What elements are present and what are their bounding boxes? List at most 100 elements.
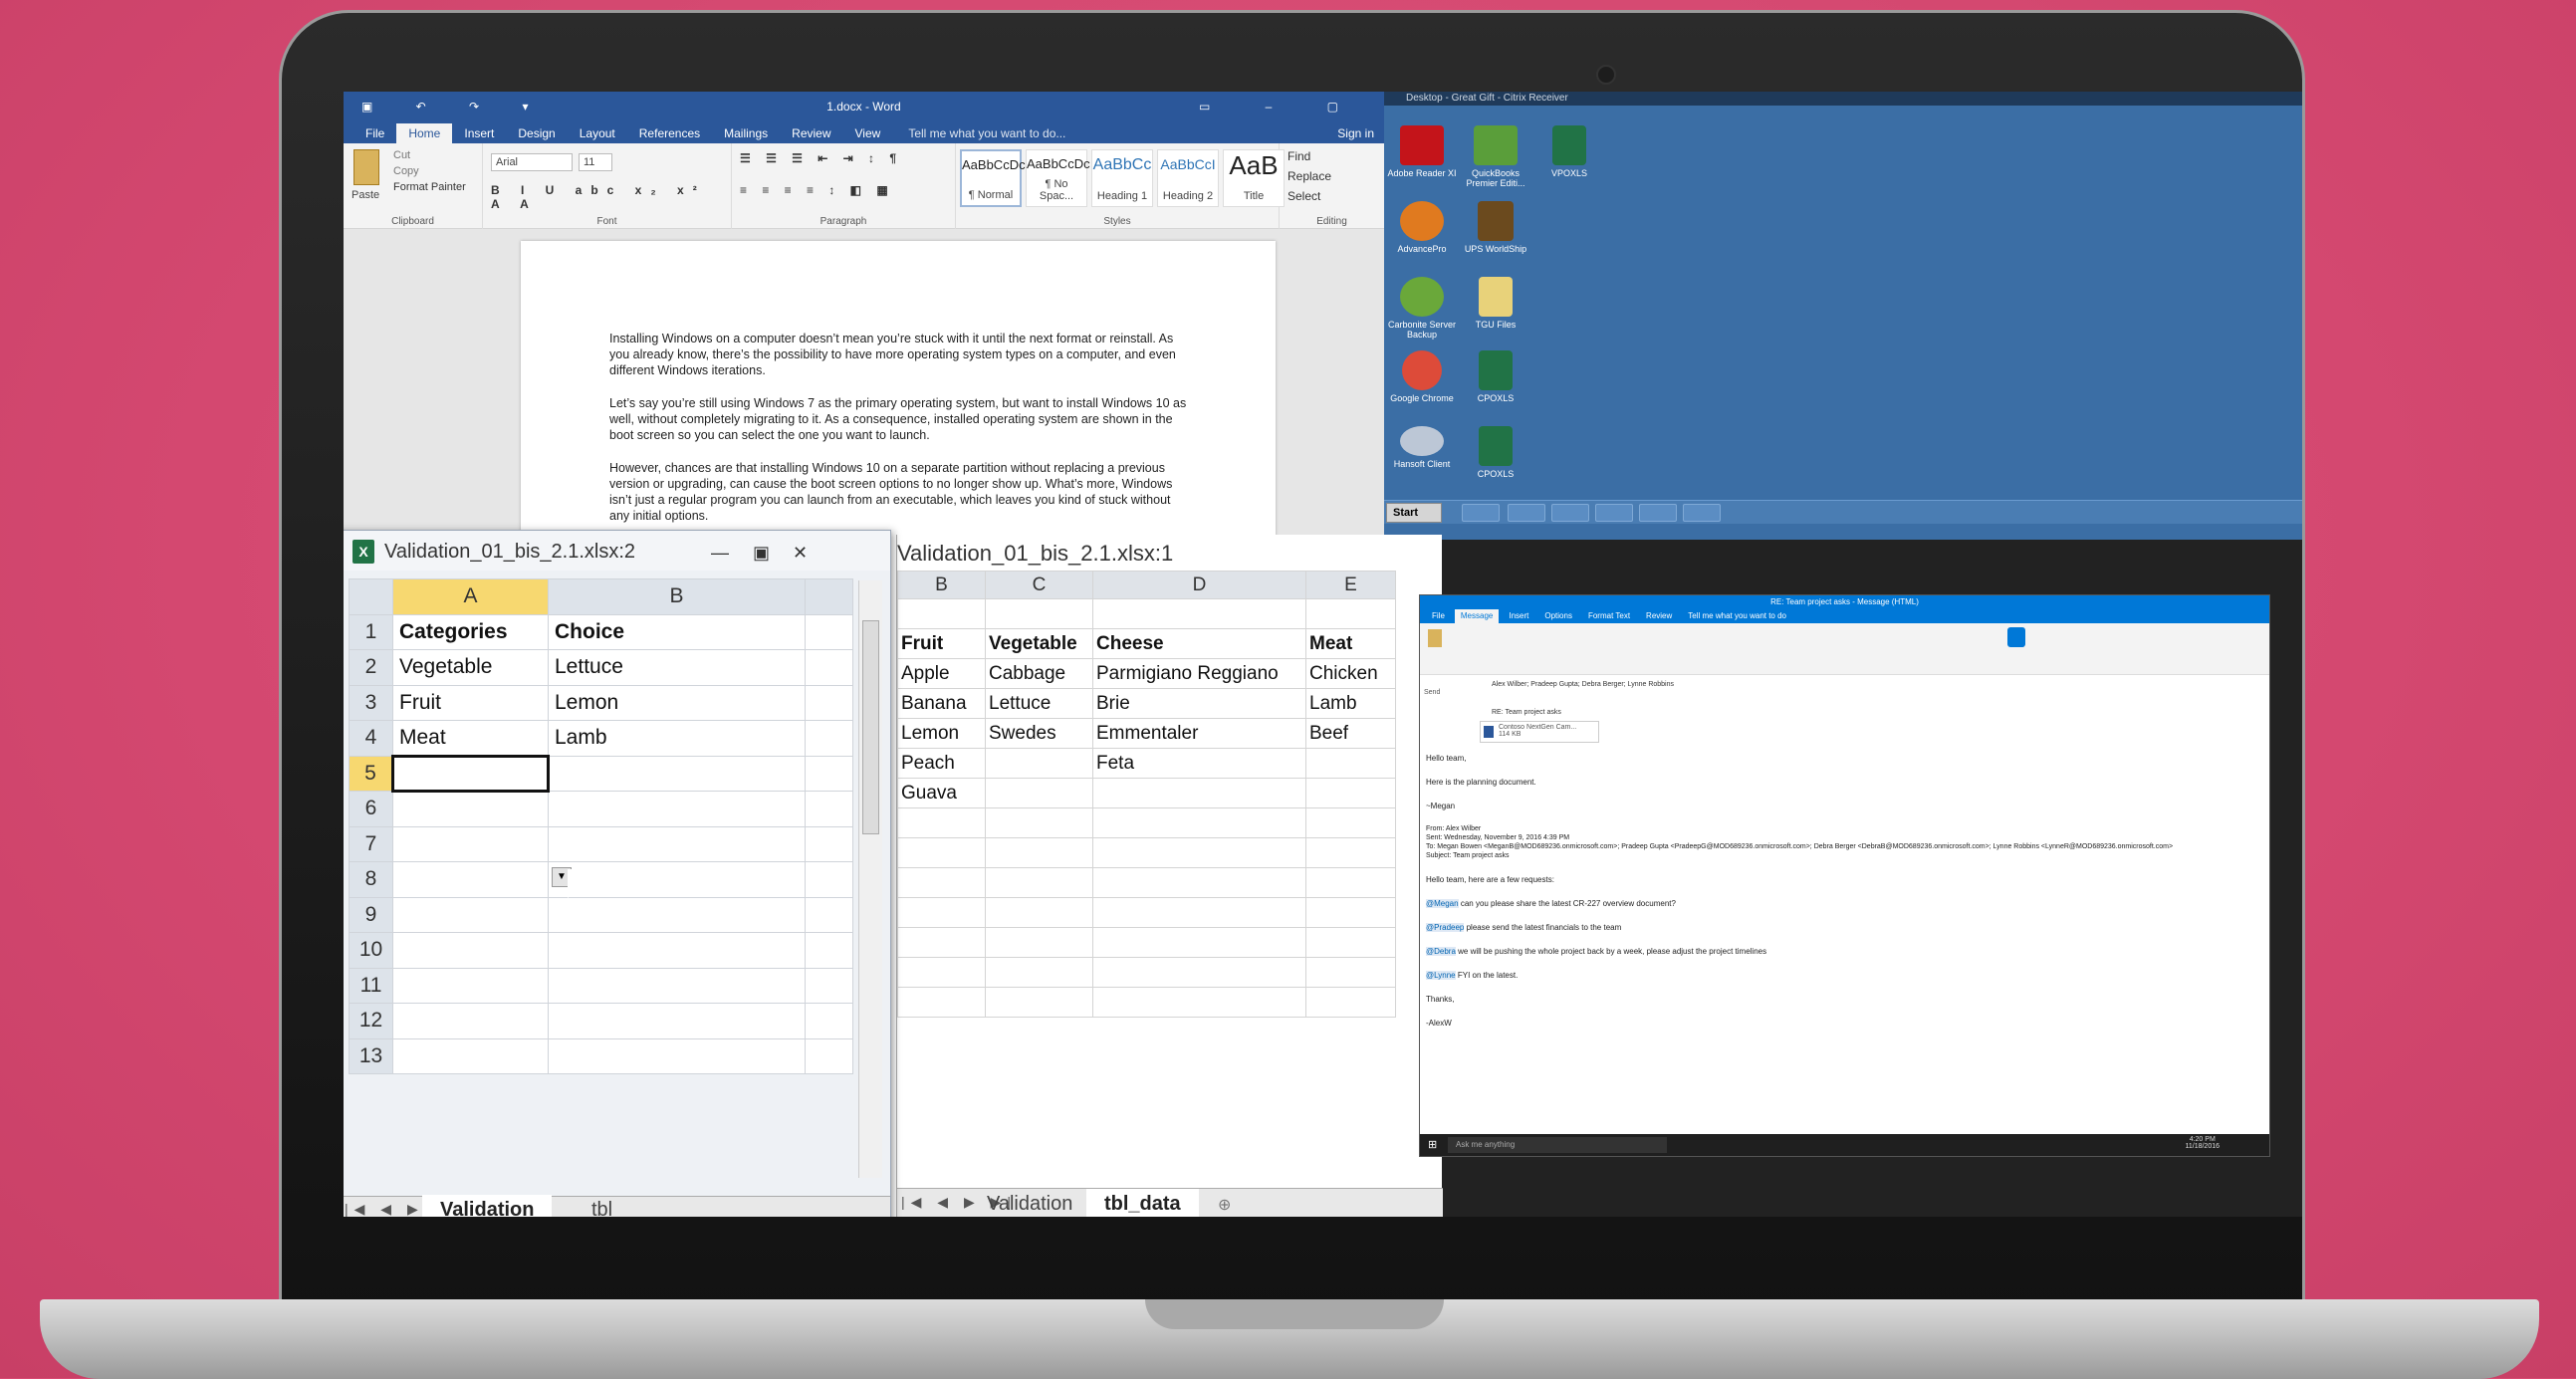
cpoxls-desktop-icon-1[interactable]: CPOXLS	[1456, 350, 1535, 403]
system-clock[interactable]: 4:20 PM 11/18/2016	[2185, 1136, 2220, 1150]
tab-options[interactable]: Options	[1538, 609, 1578, 623]
tab-insert[interactable]: Insert	[452, 123, 506, 143]
hansoft-desktop-icon[interactable]: Hansoft Client	[1382, 426, 1462, 469]
cpoxls-desktop-icon-2[interactable]: CPOXLS	[1456, 426, 1535, 479]
vpoxls-desktop-icon[interactable]: VPOXLS	[1529, 125, 1609, 178]
quickbooks-desktop-icon[interactable]: QuickBooks Premier Editi...	[1456, 125, 1535, 188]
sign-in-link[interactable]: Sign in	[1325, 123, 1384, 143]
cell[interactable]: Apple	[897, 658, 986, 689]
cell[interactable]	[1092, 867, 1306, 898]
font-size-select[interactable]: 11	[579, 153, 612, 171]
cell[interactable]	[1092, 778, 1306, 808]
style-no-spacing[interactable]: AaBbCcDc ¶ No Spac...	[1026, 149, 1090, 207]
cell[interactable]	[805, 720, 853, 757]
carbonite-desktop-icon[interactable]: Carbonite Server Backup	[1382, 277, 1462, 340]
mention[interactable]: @Lynne	[1426, 971, 1456, 980]
cell[interactable]	[805, 755, 853, 792]
send-button[interactable]: Send	[1424, 689, 1440, 696]
font-name-select[interactable]: Arial	[491, 153, 573, 171]
tell-me-input[interactable]: Tell me what you want to do	[1682, 609, 1792, 623]
cell[interactable]	[985, 837, 1093, 868]
cell[interactable]	[985, 598, 1093, 629]
cell[interactable]	[1305, 598, 1396, 629]
attachment-chip[interactable]: Contoso NextGen Cam... 114 KB	[1480, 721, 1599, 743]
col-header-e[interactable]: E	[1305, 571, 1396, 599]
cell[interactable]	[1092, 598, 1306, 629]
mention[interactable]: @Debra	[1426, 947, 1456, 956]
advancepro-desktop-icon[interactable]: AdvancePro	[1382, 201, 1462, 254]
tab-format-text[interactable]: Format Text	[1582, 609, 1636, 623]
mention[interactable]: @Pradeep	[1426, 923, 1465, 932]
chrome-taskbar-icon[interactable]	[1595, 504, 1633, 522]
cell[interactable]	[805, 861, 853, 898]
cell[interactable]	[897, 927, 986, 958]
row-header[interactable]: 2	[349, 649, 393, 686]
ups-worldship-desktop-icon[interactable]: UPS WorldShip	[1456, 201, 1535, 254]
paste-icon[interactable]	[1428, 629, 1442, 647]
row-header[interactable]: 7	[349, 825, 393, 862]
paragraph-3[interactable]: However, chances are that installing Win…	[609, 460, 1187, 524]
ie-icon[interactable]	[1508, 504, 1545, 522]
minimize-icon[interactable]: —	[711, 543, 729, 564]
cell[interactable]: Lettuce	[548, 649, 806, 686]
cell[interactable]	[897, 598, 986, 629]
cell[interactable]	[805, 967, 853, 1004]
paragraph-2[interactable]: Let’s say you’re still using Windows 7 a…	[609, 395, 1187, 443]
alignment-buttons[interactable]: ≡ ≡ ≡ ≡ ↕ ◧ ▦	[740, 183, 894, 197]
window-controls[interactable]: ▭ – ▢	[1199, 100, 1364, 114]
select-all-corner[interactable]	[349, 578, 393, 615]
cell[interactable]	[1305, 927, 1396, 958]
cell[interactable]	[897, 897, 986, 928]
cortana-search[interactable]: Ask me anything	[1448, 1137, 1667, 1153]
cell[interactable]	[897, 837, 986, 868]
cell[interactable]	[985, 748, 1093, 779]
cell[interactable]	[897, 987, 986, 1018]
cell[interactable]	[548, 967, 806, 1004]
row-header[interactable]: 13	[349, 1037, 393, 1074]
row-header-active[interactable]: 5	[349, 755, 393, 792]
cell[interactable]: Beef	[1305, 718, 1396, 749]
row-header[interactable]: 11	[349, 967, 393, 1004]
row-header[interactable]: 8	[349, 861, 393, 898]
windows-start-icon[interactable]: ⊞	[1428, 1138, 1437, 1151]
cell[interactable]: Guava	[897, 778, 986, 808]
cell[interactable]	[392, 967, 549, 1004]
scrollbar-thumb[interactable]	[862, 620, 879, 834]
cell[interactable]: Lamb	[1305, 688, 1396, 719]
cell[interactable]	[1305, 987, 1396, 1018]
cell[interactable]	[548, 1037, 806, 1074]
cell[interactable]	[392, 896, 549, 933]
cell[interactable]: Parmigiano Reggiano	[1092, 658, 1306, 689]
cell[interactable]	[985, 987, 1093, 1018]
cell[interactable]: Banana	[897, 688, 986, 719]
cell[interactable]: Feta	[1092, 748, 1306, 779]
cell[interactable]: Lemon	[897, 718, 986, 749]
cell[interactable]: Meat	[392, 720, 549, 757]
cell[interactable]	[805, 649, 853, 686]
col-header-b[interactable]: B	[897, 571, 986, 599]
sheet-tab-validation[interactable]: Validation	[969, 1189, 1090, 1217]
cell[interactable]	[1092, 897, 1306, 928]
to-field[interactable]: Alex Wilber; Pradeep Gupta; Debra Berger…	[1492, 681, 1674, 688]
start-button[interactable]: Start	[1386, 503, 1442, 523]
cell[interactable]	[1305, 957, 1396, 988]
col-header-a[interactable]: A	[392, 578, 549, 615]
cell[interactable]	[985, 867, 1093, 898]
cell[interactable]	[985, 807, 1093, 838]
tab-review[interactable]: Review	[1640, 609, 1678, 623]
office-addins-icon[interactable]	[2007, 627, 2025, 647]
sheet-tab-tbl-data[interactable]: tbl_data	[1086, 1189, 1199, 1217]
cell[interactable]: Emmentaler	[1092, 718, 1306, 749]
sheet-tab-tbl[interactable]: tbl	[574, 1195, 630, 1217]
tab-file[interactable]: File	[1426, 609, 1451, 623]
subject-field[interactable]: RE: Team project asks	[1492, 709, 1561, 716]
cell[interactable]: Brie	[1092, 688, 1306, 719]
sheet-tab-validation[interactable]: Validation	[422, 1195, 553, 1217]
cell[interactable]	[805, 684, 853, 721]
active-cell-a5[interactable]	[391, 754, 550, 793]
cell[interactable]: Lamb	[548, 720, 806, 757]
format-painter-button[interactable]: Format Painter	[393, 181, 466, 193]
style-normal[interactable]: AaBbCcDc ¶ Normal	[960, 149, 1026, 207]
cell[interactable]	[392, 932, 549, 969]
cell-header[interactable]: Cheese	[1092, 628, 1306, 659]
